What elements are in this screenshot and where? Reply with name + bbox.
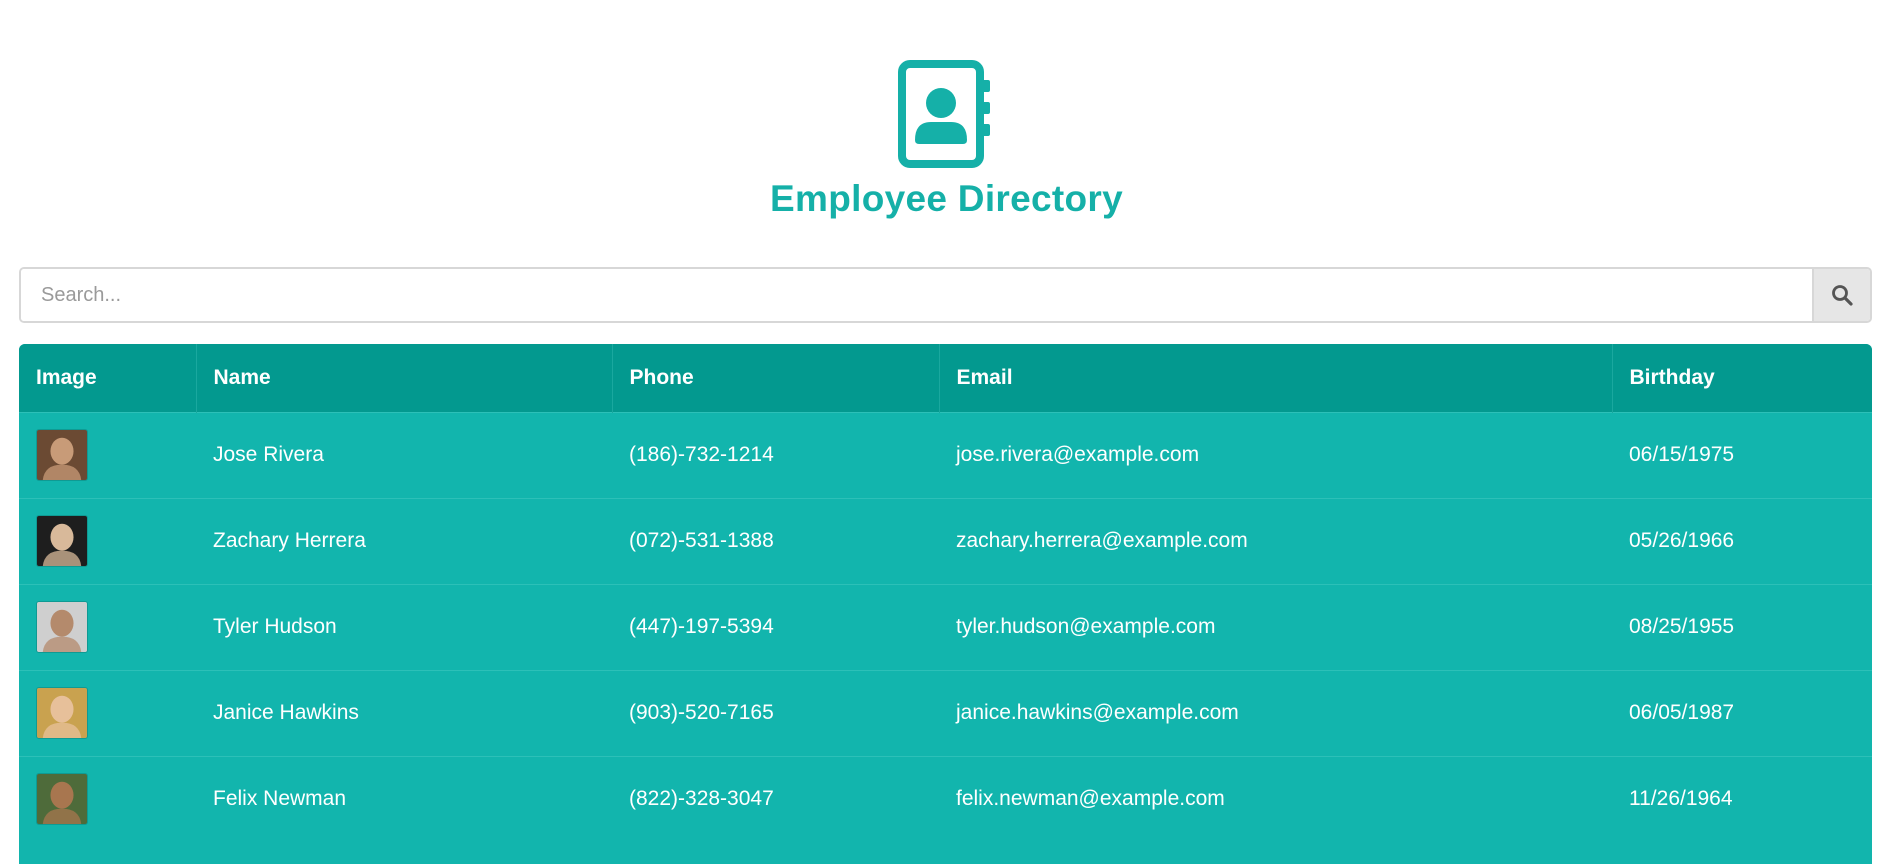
column-header-birthday[interactable]: Birthday: [1612, 344, 1872, 412]
employee-birthday: 11/26/1964: [1612, 755, 1872, 842]
employee-birthday: 06/15/1975: [1612, 411, 1872, 498]
column-header-image[interactable]: Image: [19, 344, 197, 412]
employee-phone: (822)-328-3047: [612, 755, 939, 842]
employee-birthday: 06/05/1987: [1612, 669, 1872, 756]
employee-name: Felix Newman: [196, 755, 612, 842]
search-input[interactable]: [21, 269, 1812, 321]
employee-email: felix.newman@example.com: [939, 755, 1612, 842]
avatar-cell: [19, 411, 196, 498]
avatar: [36, 429, 88, 481]
avatar: [36, 773, 88, 826]
employee-table: Image Name Phone Email Birthday Jose Riv…: [19, 344, 1872, 864]
employee-email: tyler.hudson@example.com: [939, 583, 1612, 670]
avatar: [36, 687, 88, 739]
page-title: Employee Directory: [770, 178, 1123, 219]
employee-phone: (903)-520-7165: [612, 669, 939, 756]
page-header: Employee Directory: [0, 0, 1893, 250]
avatar-cell: [19, 583, 196, 670]
search-bar: [19, 267, 1872, 323]
employee-email: zachary.herrera@example.com: [939, 497, 1612, 584]
column-header-name[interactable]: Name: [196, 344, 613, 412]
table-row: Jose Rivera (186)-732-1214 jose.rivera@exa…: [19, 411, 1872, 498]
table-row: Tyler Hudson (447)-197-5394 tyler.hudson@e…: [19, 583, 1872, 670]
employee-phone: (447)-197-5394: [612, 583, 939, 670]
employee-name: Zachary Herrera: [196, 497, 612, 584]
table-row: Janice Hawkins (903)-520-7165 janice.hawki…: [19, 669, 1872, 756]
employee-email: jose.rivera@example.com: [939, 411, 1612, 498]
avatar-cell: [19, 497, 196, 584]
avatar-cell: [19, 669, 196, 756]
avatar: [36, 601, 88, 653]
employee-birthday: 05/26/1966: [1612, 497, 1872, 584]
employee-name: Janice Hawkins: [196, 669, 612, 756]
table-row: Felix Newman (822)-328-3047 felix.newman@e…: [19, 755, 1872, 842]
employee-name: Tyler Hudson: [196, 583, 612, 670]
employee-email: janice.hawkins@example.com: [939, 669, 1612, 756]
column-header-email[interactable]: Email: [939, 344, 1613, 412]
table-header-row: Image Name Phone Email Birthday: [19, 344, 1872, 412]
employee-birthday: 08/25/1955: [1612, 583, 1872, 670]
avatar-cell: [19, 755, 196, 842]
table-row: Zachary Herrera (072)-531-1388 zachary.her…: [19, 497, 1872, 584]
employee-phone: (072)-531-1388: [612, 497, 939, 584]
contact-book-icon: [898, 60, 990, 168]
employee-name: Jose Rivera: [196, 411, 612, 498]
employee-phone: (186)-732-1214: [612, 411, 939, 498]
search-icon: [1832, 285, 1853, 306]
search-button[interactable]: [1812, 269, 1870, 321]
column-header-phone[interactable]: Phone: [612, 344, 940, 412]
avatar: [36, 515, 88, 567]
